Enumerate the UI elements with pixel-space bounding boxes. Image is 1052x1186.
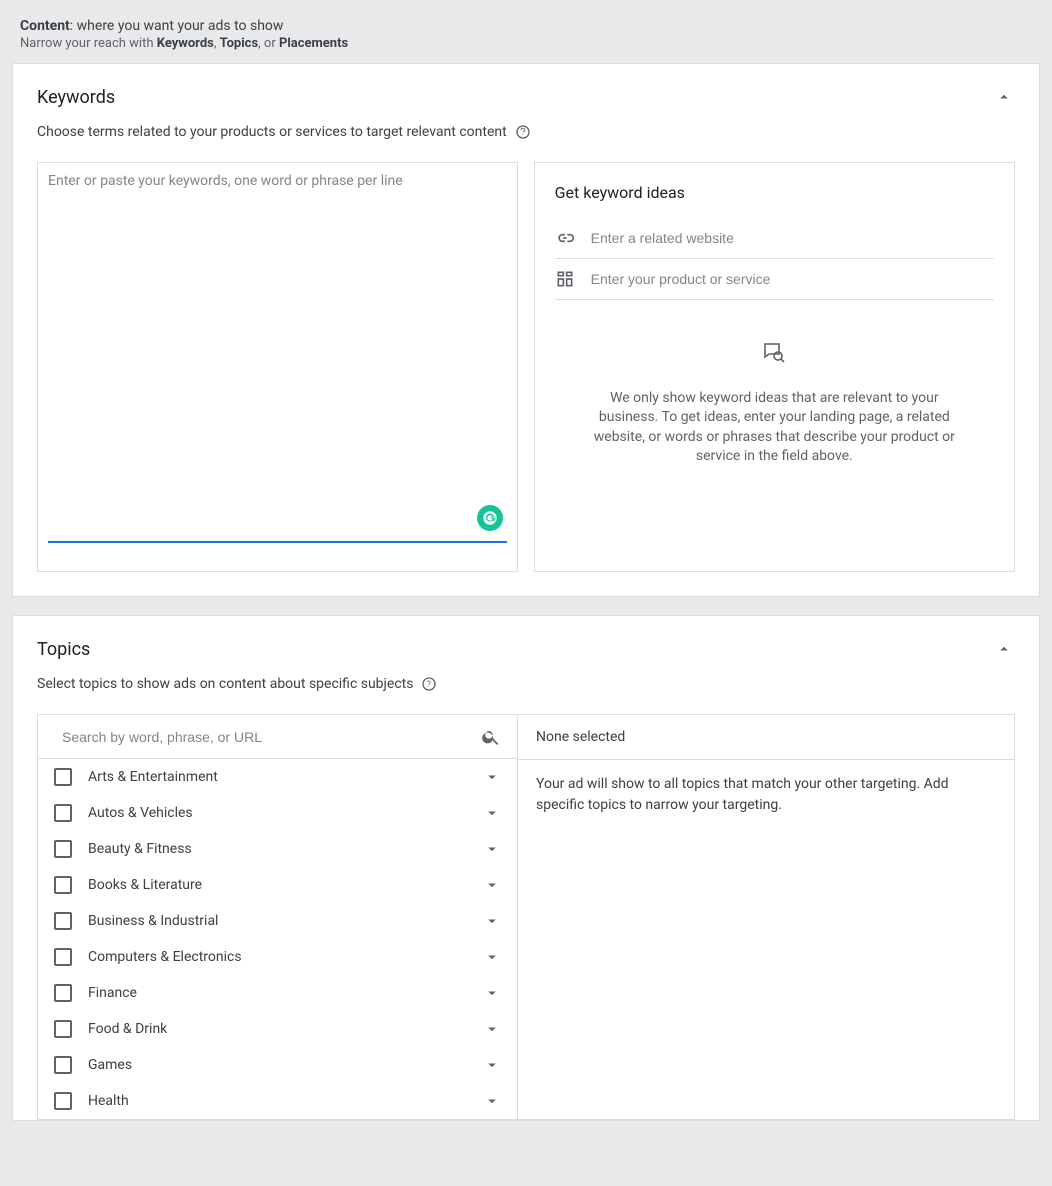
chevron-down-icon[interactable] xyxy=(483,948,501,966)
checkbox[interactable] xyxy=(54,912,72,930)
keywords-textarea[interactable] xyxy=(38,163,517,543)
svg-text:?: ? xyxy=(428,680,432,689)
checkbox[interactable] xyxy=(54,984,72,1002)
topic-row[interactable]: Food & Drink xyxy=(38,1011,517,1047)
topic-row[interactable]: Business & Industrial xyxy=(38,903,517,939)
ideas-empty-icon xyxy=(762,340,786,364)
topic-row[interactable]: Arts & Entertainment xyxy=(38,759,517,795)
topics-none-selected: None selected xyxy=(518,715,1014,760)
chevron-down-icon[interactable] xyxy=(483,768,501,786)
collapse-topics-icon[interactable] xyxy=(993,638,1015,660)
topic-label: Books & Literature xyxy=(88,877,467,893)
topic-label: Beauty & Fitness xyxy=(88,841,467,857)
help-icon[interactable] xyxy=(515,124,531,140)
checkbox[interactable] xyxy=(54,948,72,966)
chevron-down-icon[interactable] xyxy=(483,1020,501,1038)
topics-hint: Your ad will show to all topics that mat… xyxy=(536,774,996,816)
checkbox[interactable] xyxy=(54,768,72,786)
checkbox[interactable] xyxy=(54,804,72,822)
topics-list[interactable]: Arts & Entertainment Autos & Vehicles Beau… xyxy=(38,759,517,1119)
topic-label: Food & Drink xyxy=(88,1021,467,1037)
product-service-input[interactable] xyxy=(591,271,994,287)
topic-label: Health xyxy=(88,1093,467,1109)
topic-row[interactable]: Games xyxy=(38,1047,517,1083)
chevron-down-icon[interactable] xyxy=(483,840,501,858)
chevron-down-icon[interactable] xyxy=(483,912,501,930)
product-service-row xyxy=(555,259,994,300)
topics-search-input[interactable] xyxy=(54,721,481,753)
keywords-subtitle: Choose terms related to your products or… xyxy=(37,124,507,140)
topic-row[interactable]: Health xyxy=(38,1083,517,1119)
search-icon[interactable] xyxy=(481,727,501,747)
content-header: Content: where you want your ads to show… xyxy=(0,0,1052,63)
topic-row[interactable]: Books & Literature xyxy=(38,867,517,903)
chevron-down-icon[interactable] xyxy=(483,984,501,1002)
keywords-heading: Keywords xyxy=(37,87,115,108)
keywords-card: Keywords Choose terms related to your pr… xyxy=(12,63,1040,597)
keyword-ideas-box: Get keyword ideas We only show keyword i… xyxy=(534,162,1015,572)
topic-label: Business & Industrial xyxy=(88,913,467,929)
keywords-input-box xyxy=(37,162,518,572)
related-website-row xyxy=(555,218,994,259)
header-title-bold: Content xyxy=(20,18,70,34)
topic-label: Autos & Vehicles xyxy=(88,805,467,821)
checkbox[interactable] xyxy=(54,1020,72,1038)
header-title-rest: : where you want your ads to show xyxy=(70,18,284,34)
ideas-empty-state: We only show keyword ideas that are rele… xyxy=(555,340,994,467)
topic-row[interactable]: Computers & Electronics xyxy=(38,939,517,975)
related-website-input[interactable] xyxy=(591,230,994,246)
topics-left-panel: Arts & Entertainment Autos & Vehicles Beau… xyxy=(38,715,518,1119)
topic-label: Games xyxy=(88,1057,467,1073)
checkbox[interactable] xyxy=(54,840,72,858)
collapse-keywords-icon[interactable] xyxy=(993,86,1015,108)
topics-right-panel: None selected Your ad will show to all t… xyxy=(518,715,1014,1119)
checkbox[interactable] xyxy=(54,1092,72,1110)
topic-row[interactable]: Finance xyxy=(38,975,517,1011)
topic-label: Arts & Entertainment xyxy=(88,769,467,785)
grid-icon xyxy=(555,269,575,289)
grammarly-icon[interactable] xyxy=(477,505,503,531)
topic-row[interactable]: Beauty & Fitness xyxy=(38,831,517,867)
chevron-down-icon[interactable] xyxy=(483,1056,501,1074)
checkbox[interactable] xyxy=(54,1056,72,1074)
textarea-focus-underline xyxy=(48,541,507,543)
chevron-down-icon[interactable] xyxy=(483,804,501,822)
topic-label: Finance xyxy=(88,985,467,1001)
topic-label: Computers & Electronics xyxy=(88,949,467,965)
topics-heading: Topics xyxy=(37,639,90,660)
ideas-empty-text: We only show keyword ideas that are rele… xyxy=(585,389,964,467)
ideas-heading: Get keyword ideas xyxy=(555,183,994,202)
help-icon[interactable]: ? xyxy=(421,676,437,692)
chevron-down-icon[interactable] xyxy=(483,876,501,894)
topic-row[interactable]: Autos & Vehicles xyxy=(38,795,517,831)
topics-card: Topics Select topics to show ads on cont… xyxy=(12,615,1040,1121)
link-icon xyxy=(555,228,575,248)
chevron-down-icon[interactable] xyxy=(483,1092,501,1110)
topics-subtitle: Select topics to show ads on content abo… xyxy=(37,676,413,692)
checkbox[interactable] xyxy=(54,876,72,894)
